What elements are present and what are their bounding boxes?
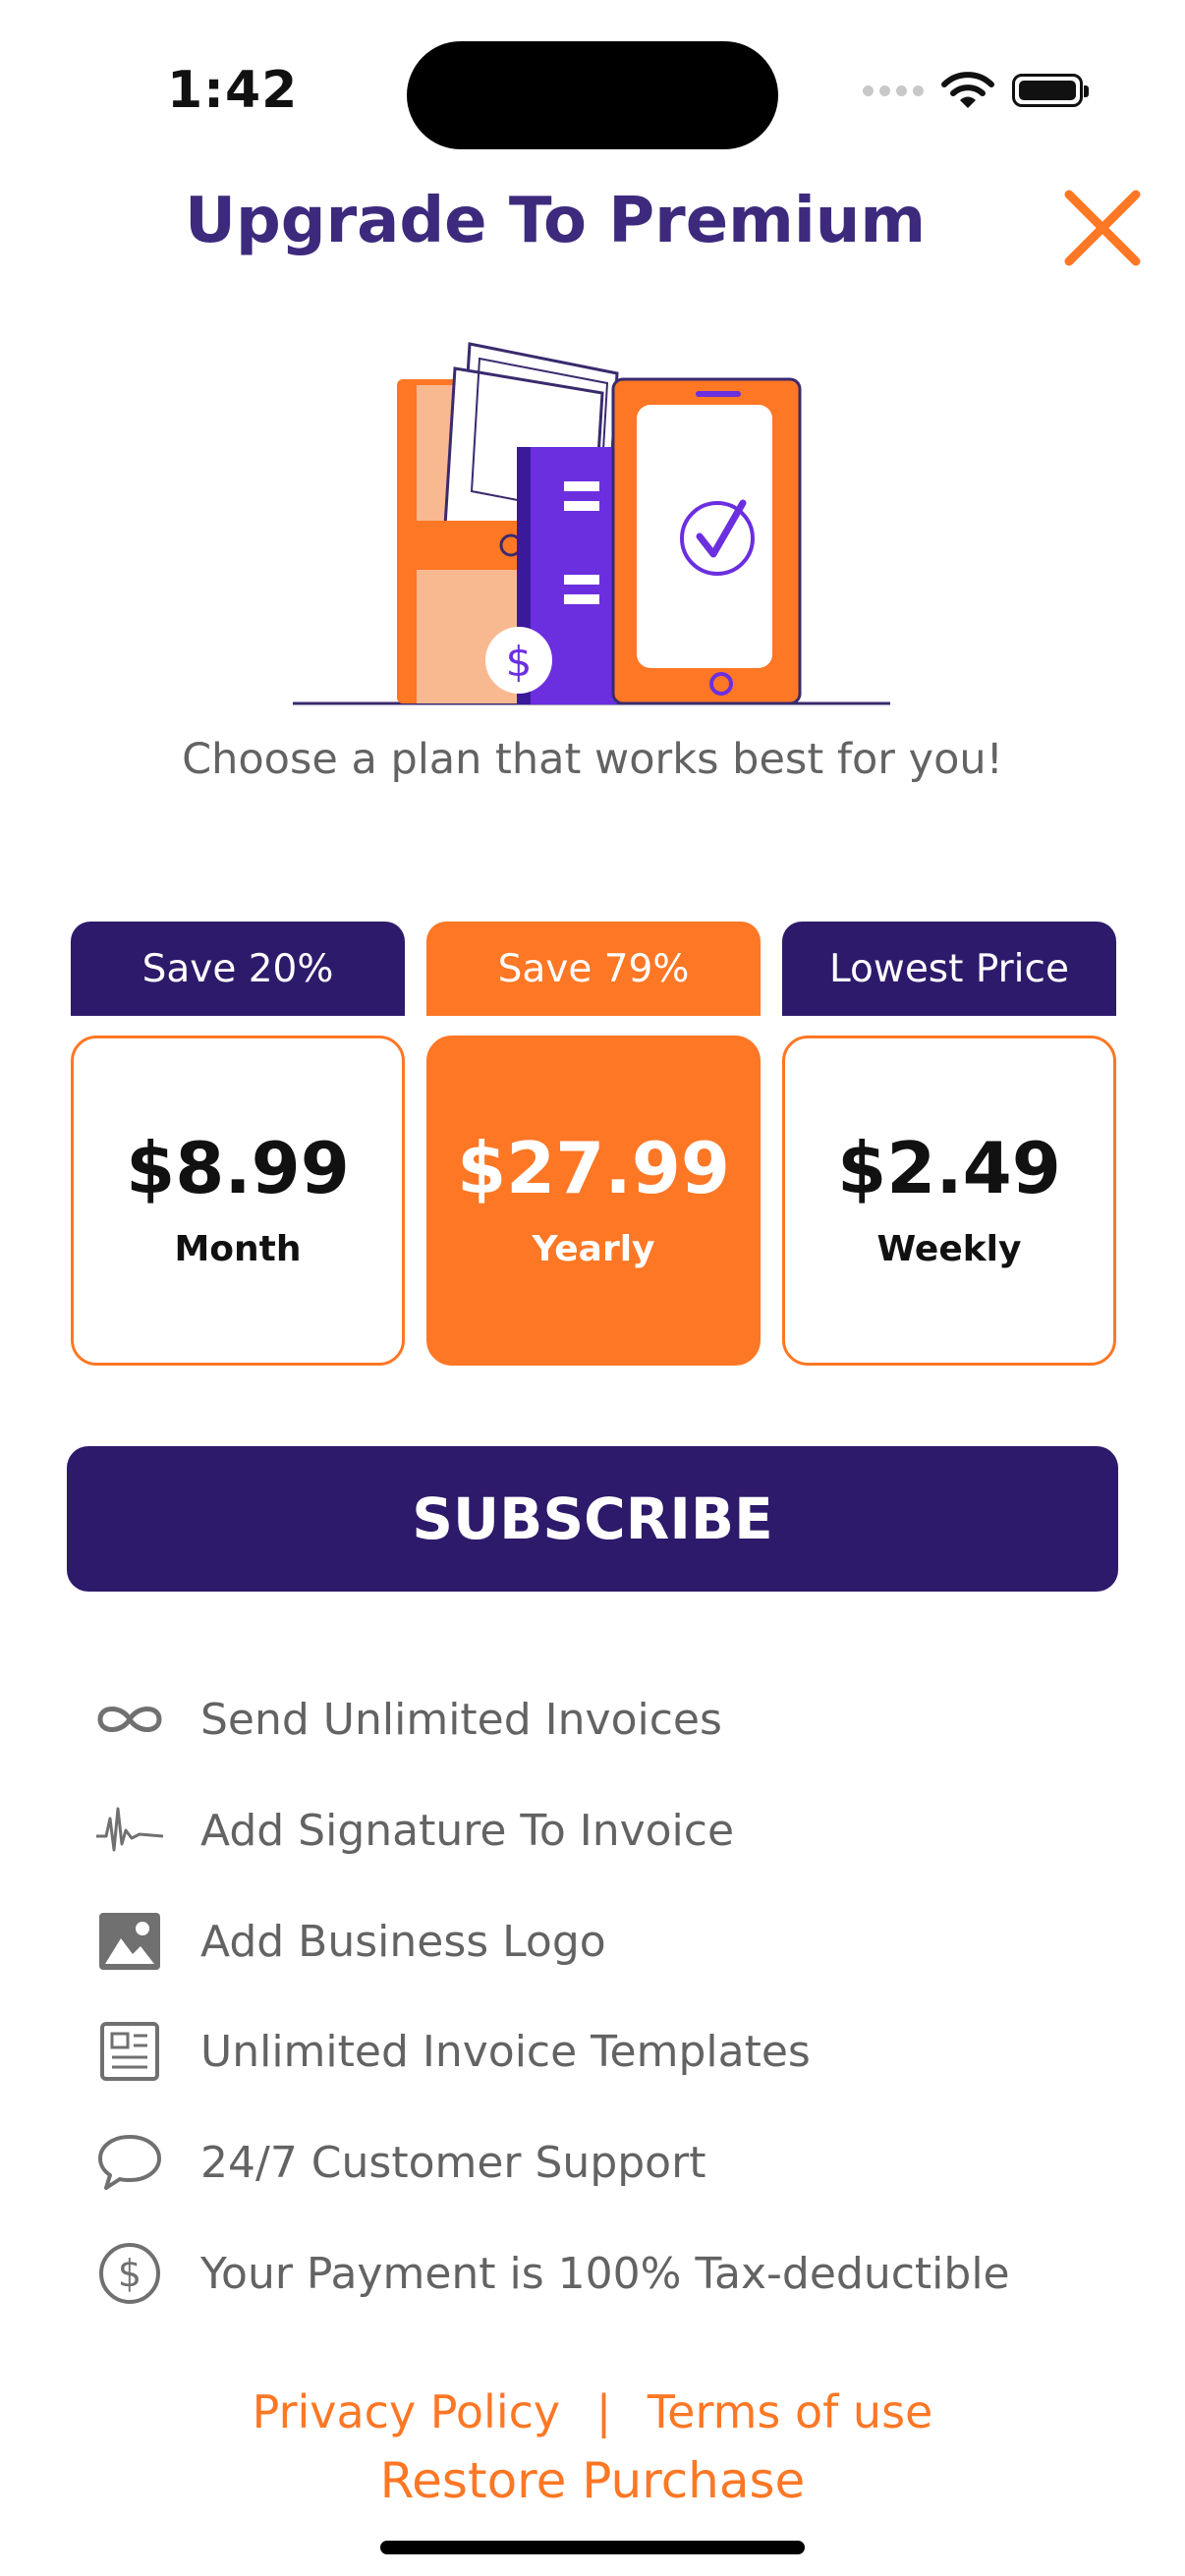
plan-price: $2.49 <box>837 1126 1061 1209</box>
feature-item: Add Signature To Invoice <box>94 1791 734 1870</box>
page-title: Upgrade To Premium <box>185 185 926 257</box>
footer-separator: | <box>595 2385 612 2438</box>
template-icon <box>94 2016 165 2087</box>
wallet-phone-payment-illustration: $ <box>293 342 890 705</box>
svg-text:$: $ <box>506 638 533 686</box>
subscribe-button[interactable]: SUBSCRIBE <box>67 1446 1118 1592</box>
plan-card-selected[interactable]: $27.99 Yearly <box>426 1036 761 1366</box>
plan-badge: Lowest Price <box>782 922 1116 1016</box>
plan-badge: Save 79% <box>426 922 761 1016</box>
svg-text:$: $ <box>118 2252 141 2295</box>
plan-monthly[interactable]: Save 20% $8.99 Month <box>71 922 405 1366</box>
subtitle: Choose a plan that works best for you! <box>182 735 1003 784</box>
feature-item: Unlimited Invoice Templates <box>94 2012 811 2091</box>
privacy-policy-link[interactable]: Privacy Policy <box>253 2385 561 2438</box>
footer-links: Privacy Policy | Terms of use <box>0 2385 1185 2438</box>
cellular-dots-icon <box>863 84 924 96</box>
feature-label: 24/7 Customer Support <box>200 2137 706 2188</box>
feature-label: Send Unlimited Invoices <box>200 1694 722 1745</box>
dynamic-island <box>407 41 778 149</box>
plan-price: $27.99 <box>457 1126 730 1209</box>
status-time: 1:42 <box>167 61 299 120</box>
status-icons <box>863 71 1089 110</box>
chat-bubble-icon <box>94 2127 165 2198</box>
plan-badge: Save 20% <box>71 922 405 1016</box>
restore-purchase-link[interactable]: Restore Purchase <box>0 2452 1185 2509</box>
feature-label: Your Payment is 100% Tax-deductible <box>200 2248 1010 2299</box>
plan-period: Month <box>174 1228 302 1269</box>
signature-icon <box>94 1795 165 1866</box>
battery-icon <box>1012 74 1089 107</box>
plan-period: Weekly <box>876 1228 1022 1269</box>
paywall-screen: 1:42 Upgrade To Premium $ Choose a plan … <box>0 0 1185 2576</box>
dollar-circle-icon: $ <box>94 2238 165 2309</box>
plan-weekly[interactable]: Lowest Price $2.49 Weekly <box>782 922 1116 1366</box>
close-button[interactable] <box>1061 187 1144 269</box>
plan-period: Yearly <box>532 1228 655 1269</box>
feature-item: Add Business Logo <box>94 1902 606 1981</box>
image-icon <box>94 1906 165 1977</box>
feature-item: Send Unlimited Invoices <box>94 1680 722 1759</box>
feature-label: Add Business Logo <box>200 1916 606 1967</box>
plan-yearly[interactable]: Save 79% $27.99 Yearly <box>426 922 761 1366</box>
plan-price: $8.99 <box>126 1126 350 1209</box>
feature-item: $ Your Payment is 100% Tax-deductible <box>94 2234 1010 2313</box>
feature-label: Unlimited Invoice Templates <box>200 2026 811 2077</box>
feature-item: 24/7 Customer Support <box>94 2123 705 2202</box>
plan-card[interactable]: $2.49 Weekly <box>782 1036 1116 1366</box>
infinity-icon <box>94 1684 165 1755</box>
plan-card[interactable]: $8.99 Month <box>71 1036 405 1366</box>
feature-label: Add Signature To Invoice <box>200 1805 735 1856</box>
home-indicator[interactable] <box>380 2541 805 2554</box>
close-icon <box>1064 190 1141 266</box>
terms-of-use-link[interactable]: Terms of use <box>648 2385 932 2438</box>
wifi-icon <box>941 72 994 108</box>
